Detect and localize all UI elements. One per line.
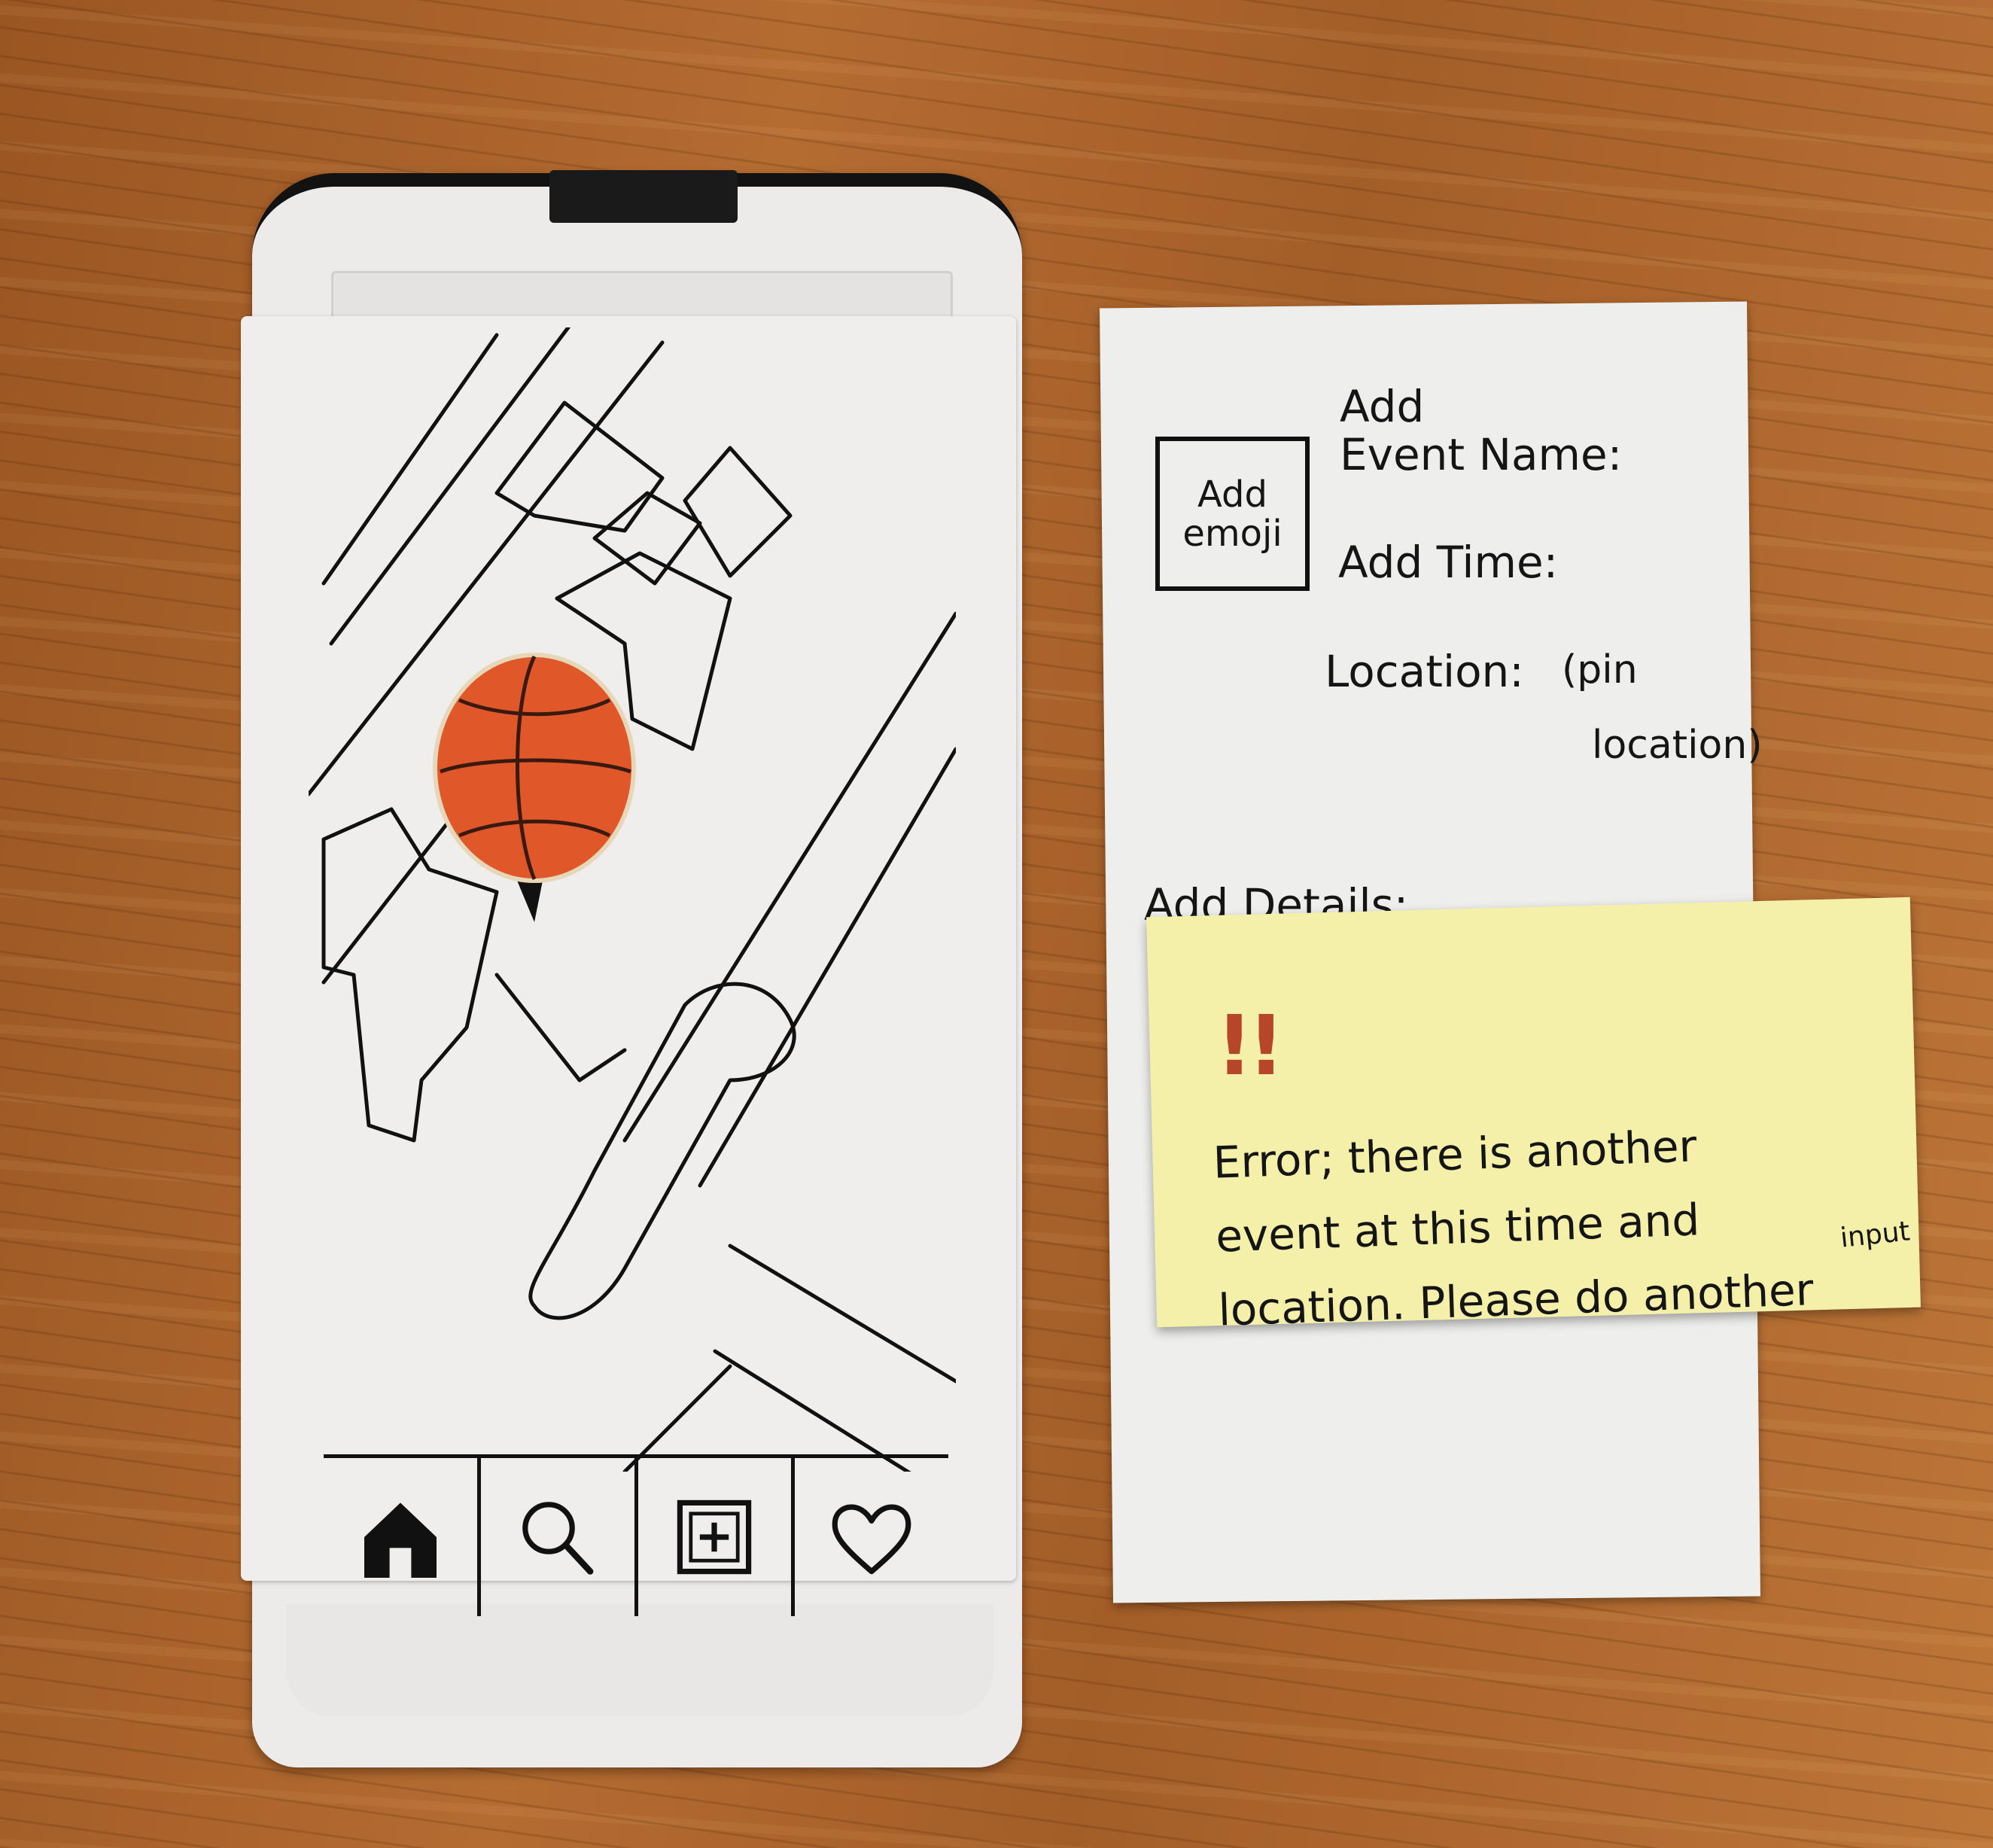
location-note-line2: location) [1592,723,1763,768]
event-name-label-line2: Event Name: [1340,429,1623,480]
tab-search[interactable] [481,1458,638,1616]
map-view[interactable] [309,327,956,1472]
phone-notch [549,170,738,223]
heart-icon [832,1504,911,1575]
bottom-tab-bar [324,1454,948,1616]
home-icon [364,1502,437,1578]
time-field[interactable]: Add Time: [1338,538,1558,586]
phone-chin [286,1603,993,1716]
add-emoji-line1: Add [1197,473,1267,516]
location-field[interactable]: Location: [1325,647,1524,696]
add-box-icon [677,1499,752,1575]
tab-add-event[interactable] [638,1458,796,1616]
event-name-field[interactable]: Add Event Name: [1340,382,1622,479]
add-emoji-button[interactable]: Add emoji [1155,437,1310,591]
double-exclamation-icon: !! [1216,997,1285,1094]
search-icon [522,1502,594,1575]
tab-home[interactable] [324,1458,481,1616]
tab-favorites[interactable] [795,1458,948,1616]
event-name-label-line1: Add [1340,381,1425,432]
error-message: Error; there is another event at this ti… [1212,1102,1897,1347]
add-emoji-line2: emoji [1182,512,1283,555]
location-note-line1: (pin [1562,647,1638,693]
